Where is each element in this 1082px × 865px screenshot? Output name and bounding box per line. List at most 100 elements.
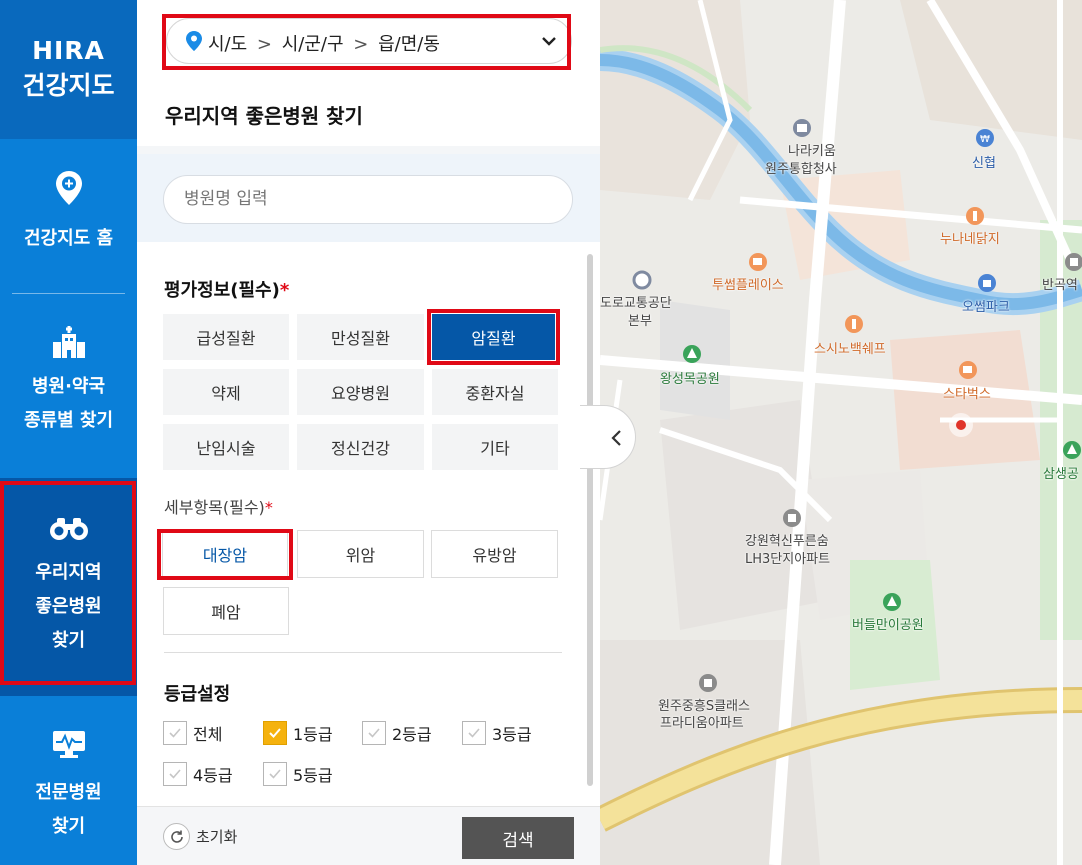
checkbox-box: [462, 721, 486, 745]
app-root: HIRA 건강지도 건강지도 홈 병원·약국 종류별 찾기 우리지역 좋은병원 …: [0, 0, 1082, 865]
eval-button-drug[interactable]: 약제: [163, 369, 289, 415]
bank-icon: ₩: [976, 129, 994, 147]
cafe-icon: [959, 361, 977, 379]
reset-label: 초기화: [196, 828, 238, 846]
hospital-name-input[interactable]: 병원명 입력: [163, 175, 573, 224]
eval-button-icu[interactable]: 중환자실: [432, 369, 558, 415]
apartment-icon: [1065, 253, 1082, 271]
left-nav: HIRA 건강지도 건강지도 홈 병원·약국 종류별 찾기 우리지역 좋은병원 …: [0, 0, 137, 865]
park-icon: [883, 593, 901, 611]
required-mark: *: [264, 498, 273, 517]
apartment-icon: [783, 509, 801, 527]
eval-title-text: 평가정보(필수): [164, 280, 280, 301]
checkbox-box: [163, 762, 187, 786]
location-pin-icon: [186, 31, 202, 51]
grade-label: 5등급: [293, 766, 333, 785]
hospital-building-icon: [52, 326, 85, 358]
nav-item-good-hospital[interactable]: 우리지역 좋은병원 찾기: [0, 478, 137, 696]
institution-icon: [632, 270, 652, 290]
nav-label: 병원·약국: [31, 376, 106, 397]
eval-button-infertility[interactable]: 난임시술: [163, 424, 289, 470]
detail-button-breast[interactable]: 유방암: [431, 530, 558, 578]
nav-divider: [12, 293, 125, 294]
nav-item-hospital-type[interactable]: 병원·약국 종류별 찾기: [0, 326, 137, 446]
search-button[interactable]: 검색: [462, 817, 574, 859]
grade-label: 4등급: [193, 766, 233, 785]
reset-button[interactable]: 초기화: [163, 823, 237, 850]
map-view[interactable]: 나라키움 원주통합청사 신협 누나네닭지 투썸플레이스 도로교통공단 본부 오썸…: [600, 0, 1082, 865]
region-eupmyeondong: 읍/면/동: [378, 34, 440, 55]
refresh-icon: [163, 823, 190, 850]
eval-button-mental-health[interactable]: 정신건강: [297, 424, 424, 470]
nav-label: 우리지역: [35, 562, 102, 583]
grade-checkbox-3[interactable]: 3등급: [462, 721, 532, 745]
grade-checkbox-2[interactable]: 2등급: [362, 721, 432, 745]
nav-label: 전문병원: [35, 782, 102, 803]
detail-button-stomach[interactable]: 위암: [297, 530, 424, 578]
required-mark: *: [279, 280, 290, 301]
nav-label: 좋은병원: [35, 596, 102, 617]
grade-checkbox-5[interactable]: 5등급: [263, 762, 333, 786]
region-selector[interactable]: 시/도 > 시/군/구 > 읍/면/동: [166, 18, 572, 64]
logo-line1: HIRA: [32, 36, 105, 65]
restaurant-icon: [966, 207, 984, 225]
logo[interactable]: HIRA 건강지도: [0, 0, 137, 139]
checkbox-box: [263, 721, 287, 745]
section-divider: [164, 652, 562, 653]
checkbox-box: [163, 721, 187, 745]
check-icon: [368, 728, 380, 738]
eval-button-nursing-hospital[interactable]: 요양병원: [297, 369, 424, 415]
grade-label: 1등급: [293, 725, 333, 744]
grade-section-title: 등급설정: [164, 684, 231, 705]
eval-button-other[interactable]: 기타: [432, 424, 558, 470]
nav-label: 건강지도 홈: [23, 228, 114, 249]
nav-label: 찾기: [51, 816, 86, 837]
nav-item-specialty-hospital[interactable]: 전문병원 찾기: [0, 730, 137, 865]
eval-section-title: 평가정보(필수)*: [164, 276, 289, 302]
binoculars-icon: [49, 518, 88, 540]
government-icon: [793, 119, 811, 137]
grade-checkbox-all[interactable]: 전체: [163, 721, 222, 745]
panel-title: 우리지역 좋은병원 찾기: [165, 104, 363, 128]
grade-checkbox-1[interactable]: 1등급: [263, 721, 333, 745]
check-icon: [169, 728, 181, 738]
chevron-down-icon: [542, 37, 556, 46]
logo-line2: 건강지도: [22, 71, 115, 100]
current-location-icon: [949, 413, 973, 437]
eval-button-acute[interactable]: 급성질환: [163, 314, 289, 360]
region-breadcrumb: 시/도 > 시/군/구 > 읍/면/동: [208, 30, 440, 56]
region-sido: 시/도: [208, 34, 248, 55]
grade-label: 2등급: [392, 725, 432, 744]
park-icon: [1063, 441, 1081, 459]
cafe-icon: [749, 253, 767, 271]
region-sigungu: 시/군/구: [281, 34, 344, 55]
detail-button-lung[interactable]: 폐암: [163, 587, 289, 635]
svg-text:₩: ₩: [980, 134, 990, 145]
apartment-icon: [699, 674, 717, 692]
check-icon: [269, 728, 281, 738]
nav-item-home[interactable]: 건강지도 홈: [0, 170, 137, 270]
park-icon: [683, 345, 701, 363]
checkbox-box: [362, 721, 386, 745]
check-icon: [468, 728, 480, 738]
chevron-left-icon: [611, 430, 621, 446]
breadcrumb-sep: >: [353, 34, 369, 55]
map-poi-icons: ₩: [632, 119, 1082, 692]
eval-button-chronic[interactable]: 만성질환: [297, 314, 424, 360]
grade-label: 전체: [193, 725, 223, 744]
breadcrumb-sep: >: [256, 34, 273, 55]
detail-button-colorectal[interactable]: 대장암: [162, 530, 288, 578]
check-icon: [169, 769, 181, 779]
panel-scrollbar[interactable]: [587, 254, 593, 786]
check-icon: [269, 769, 281, 779]
checkbox-box: [263, 762, 287, 786]
map-pin-plus-icon: [55, 171, 82, 205]
grade-checkbox-4[interactable]: 4등급: [163, 762, 233, 786]
monitor-heartbeat-icon: [52, 731, 85, 758]
shopping-icon: [978, 274, 996, 292]
eval-button-cancer[interactable]: 암질환: [432, 314, 555, 360]
detail-section-title: 세부항목(필수)*: [164, 494, 273, 518]
nav-label: 찾기: [51, 630, 86, 651]
grade-label: 3등급: [492, 725, 532, 744]
nav-label: 종류별 찾기: [23, 410, 114, 431]
